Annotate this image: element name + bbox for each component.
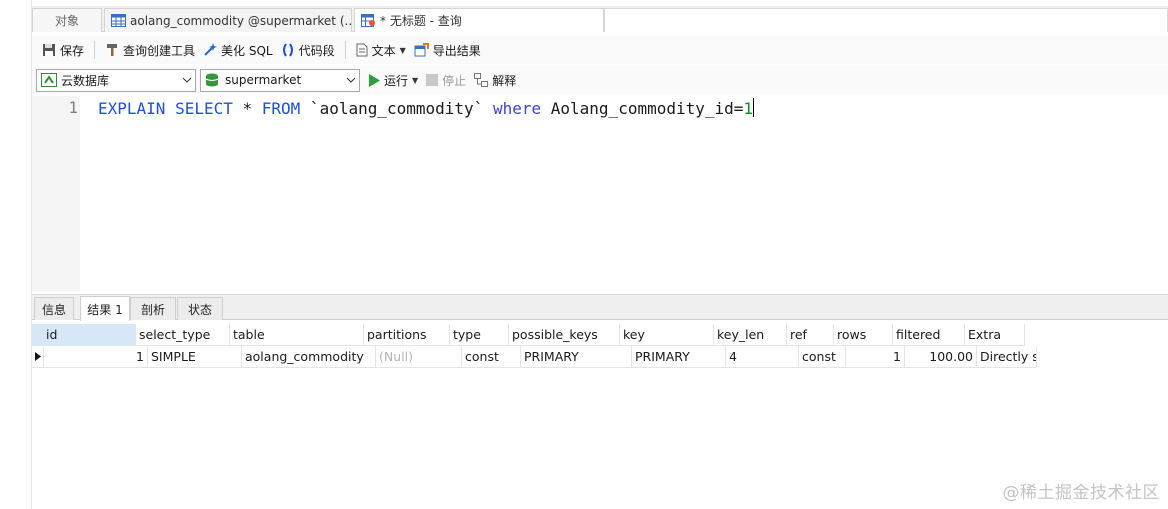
document-icon [356, 43, 368, 57]
cell-table[interactable]: aolang_commodity [242, 346, 376, 368]
explain-label: 解释 [492, 73, 517, 88]
column-header-extra[interactable]: Extra [965, 324, 1025, 346]
watermark: @稀土掘金技术社区 [1002, 483, 1160, 503]
text-mode-dropdown-icon[interactable]: ▼ [400, 46, 406, 55]
tab-result-1[interactable]: 结果 1 [80, 296, 130, 321]
connection-icon [41, 73, 57, 87]
save-button[interactable]: 保存 [38, 39, 88, 61]
line-number-gutter: 1 [32, 96, 80, 292]
result-grid[interactable]: id select_type table partitions type pos… [32, 322, 1168, 509]
sql-text: Aolang_commodity_id= [541, 99, 744, 118]
column-header-select-type[interactable]: select_type [136, 324, 230, 346]
editor-toolbar: 保存 查询创建工具 美化 SQL 代码段 文本 ▼ 导出结果 [32, 36, 1168, 64]
cell-type[interactable]: const [462, 346, 521, 368]
query-icon [361, 14, 375, 27]
result-tab-bar: 信息 结果 1 剖析 状态 [32, 294, 1168, 321]
sql-code-line[interactable]: EXPLAIN SELECT * FROM `aolang_commodity`… [98, 98, 755, 118]
beautify-sql-label: 美化 SQL [221, 43, 273, 58]
code-snippet-button[interactable]: 代码段 [277, 39, 339, 61]
toolbar-divider [344, 41, 346, 59]
export-icon [414, 43, 429, 57]
tab-profile[interactable]: 剖析 [130, 297, 176, 320]
hammer-icon [107, 44, 118, 56]
query-builder-label: 查询创建工具 [123, 43, 196, 58]
tab-info[interactable]: 信息 [34, 297, 74, 320]
column-header-key-len[interactable]: key_len [714, 324, 787, 346]
cell-key-len[interactable]: 4 [726, 346, 799, 368]
chevron-down-icon [183, 77, 191, 83]
explain-icon [474, 73, 489, 87]
tab-bar-empty-area [604, 8, 1168, 32]
line-number: 1 [68, 98, 78, 117]
cell-possible-keys[interactable]: PRIMARY [521, 346, 632, 368]
left-gutter [0, 0, 32, 509]
database-value: supermarket [225, 73, 302, 87]
document-tab-bar: 对象 aolang_commodity @supermarket (... * … [32, 6, 1168, 32]
run-dropdown-icon[interactable]: ▼ [412, 76, 418, 85]
text-mode-label: 文本 [371, 43, 396, 58]
code-snippet-label: 代码段 [298, 43, 335, 58]
chevron-down-icon [347, 77, 355, 83]
cell-select-type[interactable]: SIMPLE [148, 346, 242, 368]
query-builder-button[interactable]: 查询创建工具 [101, 39, 199, 61]
table-icon [111, 14, 126, 27]
column-header-partitions[interactable]: partitions [364, 324, 450, 346]
sql-keyword: FROM [261, 99, 301, 118]
cell-id[interactable]: 1 [44, 346, 148, 368]
column-header-key[interactable]: key [620, 324, 714, 346]
cell-partitions[interactable]: (Null) [376, 346, 462, 368]
stop-icon [426, 74, 439, 86]
sql-keyword: where [492, 99, 542, 118]
tab-objects-label: 对象 [54, 14, 79, 28]
sql-number: 1 [743, 99, 754, 118]
connection-value: 云数据库 [61, 73, 110, 88]
stop-button[interactable]: 停止 [422, 69, 470, 91]
sql-text: `aolang_commodity` [300, 99, 493, 118]
sql-editor[interactable]: 1 EXPLAIN SELECT * FROM `aolang_commodit… [32, 96, 1168, 292]
database-select[interactable]: supermarket [200, 68, 360, 92]
current-row-indicator-icon [32, 346, 44, 368]
beautify-sql-button[interactable]: 美化 SQL [199, 39, 277, 61]
sql-keyword: EXPLAIN SELECT [98, 99, 233, 118]
stop-label: 停止 [442, 73, 467, 88]
tab-objects[interactable]: 对象 [32, 8, 102, 32]
column-header-id[interactable]: id [32, 324, 136, 346]
column-header-possible-keys[interactable]: possible_keys [509, 324, 620, 346]
tab-table-label: aolang_commodity @supermarket (... [130, 13, 352, 28]
table-row[interactable]: 1 SIMPLE aolang_commodity (Null) const P… [32, 346, 1037, 368]
magic-wand-icon [204, 43, 218, 56]
explain-button[interactable]: 解释 [470, 69, 520, 91]
text-mode-button[interactable]: 文本 ▼ [352, 39, 410, 61]
connection-select[interactable]: 云数据库 [36, 68, 196, 92]
column-header-ref[interactable]: ref [787, 324, 834, 346]
save-icon [43, 44, 55, 56]
column-header-rows[interactable]: rows [834, 324, 893, 346]
tab-query-label: * 无标题 - 查询 [380, 14, 462, 28]
text-cursor [753, 98, 755, 117]
cell-ref[interactable]: const [799, 346, 846, 368]
run-label: 运行 [384, 73, 409, 88]
tab-table-aolang-commodity[interactable]: aolang_commodity @supermarket (... [104, 8, 352, 32]
parentheses-icon [282, 43, 293, 57]
play-icon [369, 73, 380, 87]
column-header-table[interactable]: table [230, 324, 364, 346]
export-results-label: 导出结果 [432, 43, 481, 58]
grid-header-row: id select_type table partitions type pos… [32, 324, 1025, 346]
cell-extra[interactable]: Directly se [977, 346, 1037, 368]
export-results-button[interactable]: 导出结果 [410, 39, 485, 61]
cell-filtered[interactable]: 100.00 [905, 346, 977, 368]
database-icon [205, 73, 219, 87]
cell-key[interactable]: PRIMARY [632, 346, 726, 368]
toolbar-divider [94, 41, 96, 59]
tab-query-untitled[interactable]: * 无标题 - 查询 [354, 8, 604, 32]
tab-status[interactable]: 状态 [177, 297, 223, 320]
cell-rows[interactable]: 1 [846, 346, 905, 368]
save-label: 保存 [60, 43, 85, 58]
query-toolbar: 云数据库 supermarket 运行 ▼ 停止 解释 [32, 66, 1168, 94]
column-header-filtered[interactable]: filtered [893, 324, 965, 346]
column-header-type[interactable]: type [450, 324, 509, 346]
run-button[interactable]: 运行 ▼ [364, 69, 422, 91]
sql-text: * [232, 99, 262, 118]
